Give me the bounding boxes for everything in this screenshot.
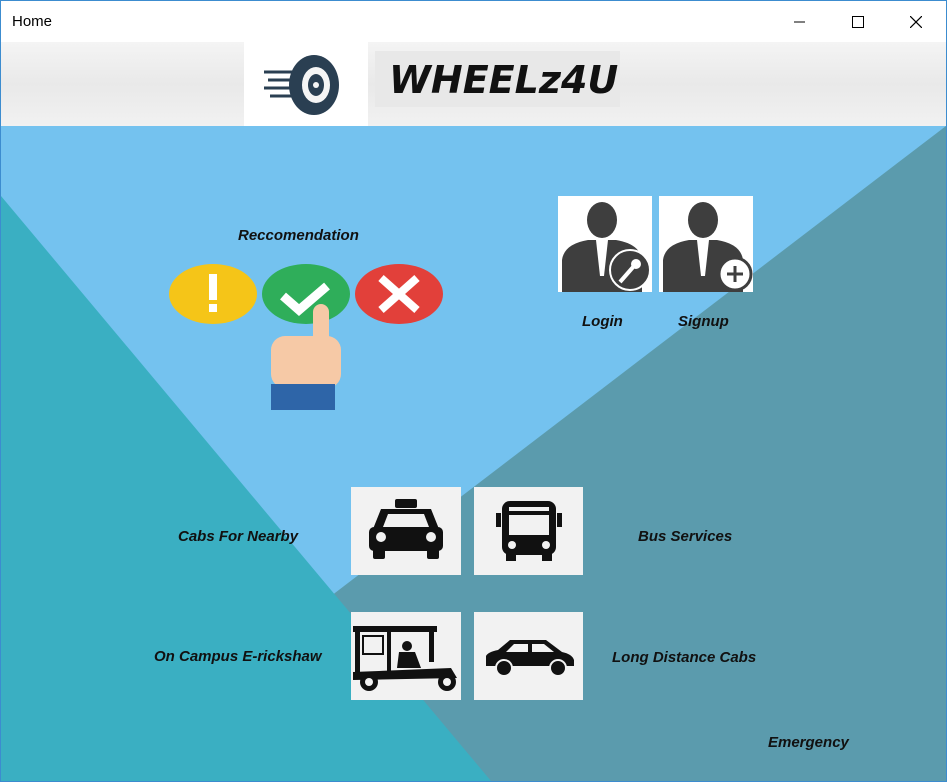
long-distance-cabs-button[interactable] <box>474 612 583 700</box>
login-user-icon <box>562 202 651 292</box>
recommendation-icon <box>169 264 443 410</box>
close-icon <box>910 15 922 28</box>
taxi-icon <box>369 499 443 559</box>
long-distance-cabs-label: Long Distance Cabs <box>612 649 757 666</box>
recommendation-button[interactable] <box>167 258 445 410</box>
app-window: Home WHEELz4U Reccomendation Login Signu… <box>0 0 947 782</box>
window-title: Home <box>12 13 53 30</box>
erickshaw-label: On Campus E-rickshaw <box>154 648 322 665</box>
recommendation-label: Reccomendation <box>238 227 359 244</box>
brand-name: WHEELz4U <box>389 58 619 102</box>
bus-icon <box>496 501 562 561</box>
tire-icon <box>264 55 339 115</box>
cabs-nearby-label: Cabs For Nearby <box>178 528 299 545</box>
erickshaw-button[interactable] <box>351 612 461 700</box>
close-button[interactable] <box>887 1 945 42</box>
minimize-button[interactable] <box>771 1 829 42</box>
signup-user-icon <box>663 202 753 292</box>
title-bar[interactable]: Home <box>1 1 946 42</box>
signup-button[interactable] <box>659 196 753 292</box>
login-label[interactable]: Login <box>582 313 623 330</box>
bus-services-button[interactable] <box>474 487 583 575</box>
bus-services-label: Bus Services <box>638 528 733 545</box>
maximize-icon <box>852 15 864 28</box>
brand-box: WHEELz4U <box>375 51 620 107</box>
maximize-button[interactable] <box>829 1 887 42</box>
home-content: Reccomendation Login Signup Cabs For Nea… <box>1 126 946 781</box>
login-button[interactable] <box>558 196 652 292</box>
cabs-nearby-button[interactable] <box>351 487 461 575</box>
header-banner: WHEELz4U <box>1 42 946 126</box>
emergency-link[interactable]: Emergency <box>768 734 849 751</box>
logo <box>244 42 368 126</box>
signup-label[interactable]: Signup <box>678 313 729 330</box>
minimize-icon <box>794 21 805 22</box>
car-icon <box>486 640 574 677</box>
erickshaw-icon <box>353 626 457 691</box>
